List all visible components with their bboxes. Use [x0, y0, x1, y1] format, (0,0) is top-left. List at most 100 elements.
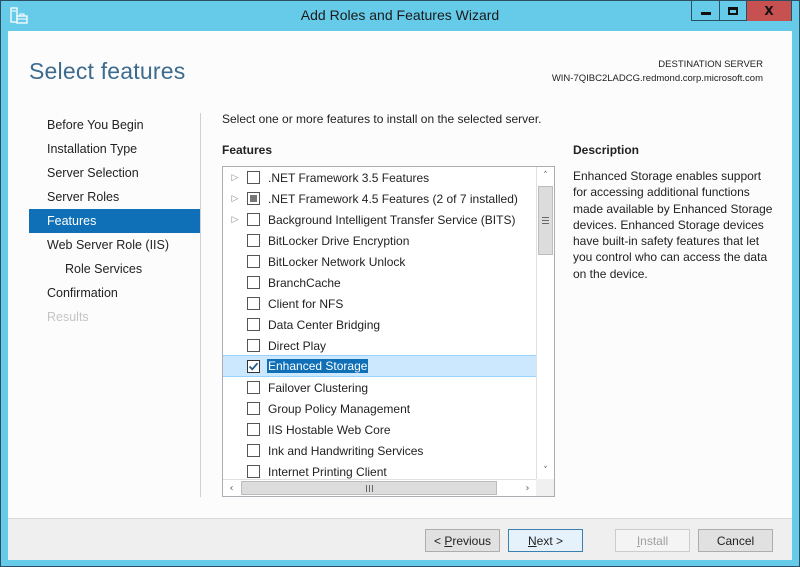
feature-checkbox[interactable] — [247, 402, 260, 415]
title-bar[interactable]: Add Roles and Features Wizard X — [1, 1, 799, 31]
description-heading: Description — [573, 143, 640, 157]
expand-arrow-icon[interactable]: ▷ — [223, 194, 247, 204]
chevron-right-icon: › — [525, 482, 530, 494]
next-rest: ext > — [536, 533, 564, 548]
next-accel: N — [527, 533, 537, 548]
feature-label: IIS Hostable Web Core — [268, 422, 391, 437]
window-title: Add Roles and Features Wizard — [300, 7, 500, 23]
nav-item-server-selection[interactable]: Server Selection — [29, 161, 200, 185]
feature-checkbox[interactable] — [247, 381, 260, 394]
feature-label: Data Center Bridging — [268, 317, 381, 332]
feature-row[interactable]: Group Policy Management — [223, 398, 536, 419]
scroll-down-button[interactable]: ˅ — [537, 462, 554, 479]
nav-item-confirmation[interactable]: Confirmation — [29, 281, 200, 305]
feature-label: BitLocker Drive Encryption — [268, 233, 410, 248]
minimize-button[interactable] — [692, 1, 719, 21]
nav-item-results: Results — [47, 310, 89, 324]
nav-item-role-services[interactable]: Role Services — [29, 257, 200, 281]
feature-checkbox[interactable] — [247, 276, 260, 289]
chevron-up-icon: ˄ — [543, 170, 548, 181]
feature-checkbox[interactable] — [247, 255, 260, 268]
install-button: Install — [615, 529, 690, 552]
feature-row[interactable]: Internet Printing Client — [223, 461, 536, 479]
horizontal-scrollbar[interactable]: ‹ › — [223, 479, 536, 496]
expand-arrow-icon[interactable]: ▷ — [223, 215, 247, 225]
features-heading: Features — [222, 143, 273, 157]
feature-checkbox[interactable] — [247, 465, 260, 478]
maximize-icon — [728, 7, 738, 15]
grip-icon — [365, 484, 373, 492]
expand-arrow-icon[interactable]: ▷ — [223, 173, 247, 183]
nav-divider — [200, 113, 201, 497]
maximize-button[interactable] — [719, 1, 746, 21]
feature-row[interactable]: BitLocker Drive Encryption — [223, 230, 536, 251]
cancel-button[interactable]: Cancel — [698, 529, 773, 552]
feature-label: Failover Clustering — [268, 380, 369, 395]
instruction-text: Select one or more features to install o… — [222, 112, 542, 126]
feature-label: Enhanced Storage — [267, 359, 369, 373]
feature-label: BranchCache — [268, 275, 341, 290]
feature-row[interactable]: Failover Clustering — [223, 377, 536, 398]
features-tree[interactable]: ▷ .NET Framework 3.5 Features ▷ .NET Framew… — [222, 166, 555, 497]
feature-checkbox[interactable] — [247, 171, 260, 184]
feature-row[interactable]: IIS Hostable Web Core — [223, 419, 536, 440]
feature-checkbox[interactable] — [247, 318, 260, 331]
destination-server-name: WIN-7QIBC2LADCG.redmond.corp.microsoft.c… — [551, 73, 763, 84]
feature-row[interactable]: Direct Play — [223, 335, 536, 356]
close-button[interactable]: X — [746, 1, 791, 21]
nav-item-server-roles[interactable]: Server Roles — [29, 185, 200, 209]
nav-item-installation-type[interactable]: Installation Type — [29, 137, 200, 161]
feature-checkbox[interactable] — [247, 192, 260, 205]
feature-row[interactable]: Data Center Bridging — [223, 314, 536, 335]
scrollbar-corner — [536, 479, 554, 496]
scroll-right-button[interactable]: › — [519, 480, 536, 496]
description-text: Enhanced Storage enables support for acc… — [573, 169, 773, 281]
checkmark-icon — [248, 362, 259, 371]
page-title: Select features — [29, 58, 186, 84]
vertical-scroll-thumb[interactable] — [538, 186, 553, 255]
destination-label: DESTINATION SERVER — [658, 59, 763, 70]
scroll-up-button[interactable]: ˄ — [537, 167, 554, 184]
chevron-left-icon: ‹ — [229, 482, 234, 494]
feature-label: Internet Printing Client — [268, 464, 387, 479]
feature-row[interactable]: ▷ .NET Framework 3.5 Features — [223, 167, 536, 188]
feature-checkbox[interactable] — [247, 359, 260, 373]
previous-rest: revious — [452, 533, 492, 548]
previous-prefix: < — [433, 533, 445, 548]
horizontal-scroll-thumb[interactable] — [241, 481, 497, 495]
feature-checkbox[interactable] — [247, 339, 260, 352]
wizard-footer: < Previous Next > Install Cancel — [8, 518, 792, 560]
feature-label: Group Policy Management — [268, 401, 411, 416]
chevron-down-icon: ˅ — [543, 465, 548, 476]
feature-label: Client for NFS — [268, 296, 344, 311]
grip-icon — [542, 217, 549, 224]
feature-row[interactable]: Enhanced Storage — [223, 355, 536, 377]
next-button[interactable]: Next > — [508, 529, 583, 552]
feature-label: .NET Framework 4.5 Features (2 of 7 inst… — [268, 191, 518, 206]
caption-buttons: X — [691, 1, 792, 21]
close-icon: X — [764, 4, 774, 18]
nav-item-features[interactable]: Features — [29, 209, 200, 233]
feature-checkbox[interactable] — [247, 234, 260, 247]
feature-checkbox[interactable] — [247, 423, 260, 436]
scroll-left-button[interactable]: ‹ — [223, 480, 240, 496]
feature-row[interactable]: ▷ .NET Framework 4.5 Features (2 of 7 ins… — [223, 188, 536, 209]
minimize-icon — [700, 12, 711, 15]
feature-row[interactable]: ▷ Background Intelligent Transfer Service… — [223, 209, 536, 230]
feature-row[interactable]: Client for NFS — [223, 293, 536, 314]
feature-row[interactable]: BranchCache — [223, 272, 536, 293]
wizard-content: Select features DESTINATION SERVER WIN-7… — [8, 31, 792, 560]
vertical-scrollbar[interactable]: ˄ ˅ — [536, 167, 554, 479]
feature-label: Ink and Handwriting Services — [268, 443, 424, 458]
feature-checkbox[interactable] — [247, 297, 260, 310]
destination-server-info: DESTINATION SERVER WIN-7QIBC2LADCG.redmo… — [552, 58, 763, 86]
feature-row[interactable]: Ink and Handwriting Services — [223, 440, 536, 461]
previous-accel: P — [444, 533, 453, 548]
previous-button[interactable]: < Previous — [425, 529, 500, 552]
feature-checkbox[interactable] — [247, 444, 260, 457]
nav-item-before-you-begin[interactable]: Before You Begin — [29, 113, 200, 137]
feature-checkbox[interactable] — [247, 213, 260, 226]
feature-label: BitLocker Network Unlock — [268, 254, 406, 269]
feature-row[interactable]: BitLocker Network Unlock — [223, 251, 536, 272]
nav-item-web-server-role[interactable]: Web Server Role (IIS) — [29, 233, 200, 257]
